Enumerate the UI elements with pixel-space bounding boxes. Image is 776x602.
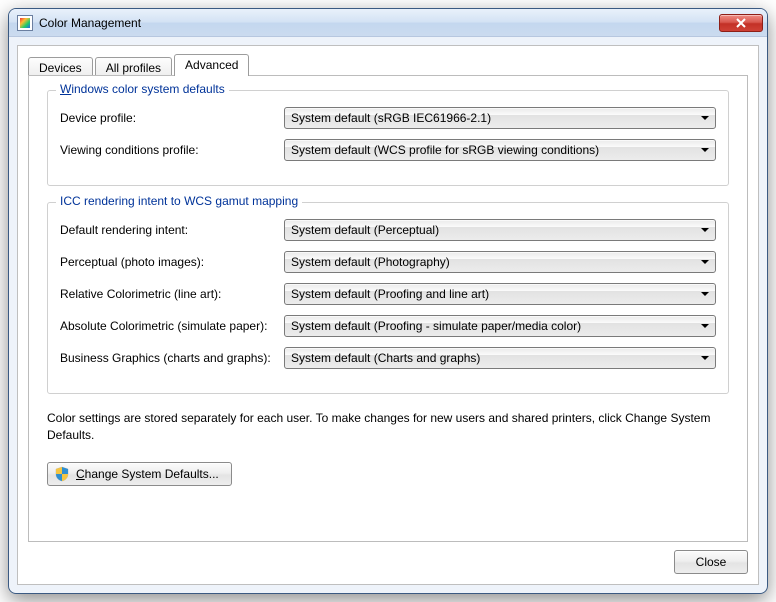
info-text: Color settings are stored separately for… — [47, 410, 729, 444]
client-area: Devices All profiles Advanced Windows co… — [17, 45, 759, 585]
combo-value: System default (Perceptual) — [291, 223, 439, 237]
combo-perceptual[interactable]: System default (Photography) — [284, 251, 716, 273]
row-relative-colorimetric: Relative Colorimetric (line art): System… — [60, 283, 716, 305]
close-button[interactable]: Close — [674, 550, 748, 574]
tab-content-advanced: Windows color system defaults Device pro… — [28, 75, 748, 542]
chevron-down-icon — [701, 148, 709, 152]
combo-device-profile[interactable]: System default (sRGB IEC61966-2.1) — [284, 107, 716, 129]
tab-advanced[interactable]: Advanced — [174, 54, 249, 76]
group-legend-icc: ICC rendering intent to WCS gamut mappin… — [56, 194, 302, 208]
chevron-down-icon — [701, 356, 709, 360]
chevron-down-icon — [701, 292, 709, 296]
label-default-rendering-intent: Default rendering intent: — [60, 223, 284, 237]
label-business-graphics: Business Graphics (charts and graphs): — [60, 351, 284, 365]
combo-value: System default (WCS profile for sRGB vie… — [291, 143, 599, 157]
label-device-profile: Device profile: — [60, 111, 284, 125]
button-label: Change System Defaults... — [76, 467, 219, 481]
combo-value: System default (Proofing - simulate pape… — [291, 319, 581, 333]
combo-value: System default (sRGB IEC61966-2.1) — [291, 111, 491, 125]
label-relative-colorimetric: Relative Colorimetric (line art): — [60, 287, 284, 301]
chevron-down-icon — [701, 228, 709, 232]
label-viewing-conditions: Viewing conditions profile: — [60, 143, 284, 157]
row-business-graphics: Business Graphics (charts and graphs): S… — [60, 347, 716, 369]
tab-all-profiles[interactable]: All profiles — [95, 57, 172, 77]
combo-relative-colorimetric[interactable]: System default (Proofing and line art) — [284, 283, 716, 305]
combo-value: System default (Proofing and line art) — [291, 287, 489, 301]
window-close-button[interactable] — [719, 14, 763, 32]
combo-business-graphics[interactable]: System default (Charts and graphs) — [284, 347, 716, 369]
label-perceptual: Perceptual (photo images): — [60, 255, 284, 269]
row-device-profile: Device profile: System default (sRGB IEC… — [60, 107, 716, 129]
combo-default-rendering-intent[interactable]: System default (Perceptual) — [284, 219, 716, 241]
group-icc-rendering-intent: ICC rendering intent to WCS gamut mappin… — [47, 202, 729, 394]
label-absolute-colorimetric: Absolute Colorimetric (simulate paper): — [60, 319, 284, 333]
row-perceptual: Perceptual (photo images): System defaul… — [60, 251, 716, 273]
combo-viewing-conditions[interactable]: System default (WCS profile for sRGB vie… — [284, 139, 716, 161]
chevron-down-icon — [701, 324, 709, 328]
row-absolute-colorimetric: Absolute Colorimetric (simulate paper): … — [60, 315, 716, 337]
tab-strip: Devices All profiles Advanced — [28, 54, 251, 76]
chevron-down-icon — [701, 260, 709, 264]
titlebar: Color Management — [9, 9, 767, 37]
group-windows-color-system-defaults: Windows color system defaults Device pro… — [47, 90, 729, 186]
combo-absolute-colorimetric[interactable]: System default (Proofing - simulate pape… — [284, 315, 716, 337]
row-viewing-conditions: Viewing conditions profile: System defau… — [60, 139, 716, 161]
color-management-window: Color Management Devices All profiles Ad… — [8, 8, 768, 594]
combo-value: System default (Photography) — [291, 255, 450, 269]
row-default-rendering-intent: Default rendering intent: System default… — [60, 219, 716, 241]
group-legend-wcs: Windows color system defaults — [56, 82, 229, 96]
change-system-defaults-button[interactable]: Change System Defaults... — [47, 462, 232, 486]
window-title: Color Management — [39, 16, 141, 30]
uac-shield-icon — [54, 466, 70, 482]
button-label: Close — [696, 555, 727, 569]
combo-value: System default (Charts and graphs) — [291, 351, 480, 365]
close-icon — [736, 18, 746, 28]
tab-devices[interactable]: Devices — [28, 57, 93, 77]
dialog-button-bar: Close — [674, 550, 748, 574]
color-management-icon — [17, 15, 33, 31]
chevron-down-icon — [701, 116, 709, 120]
